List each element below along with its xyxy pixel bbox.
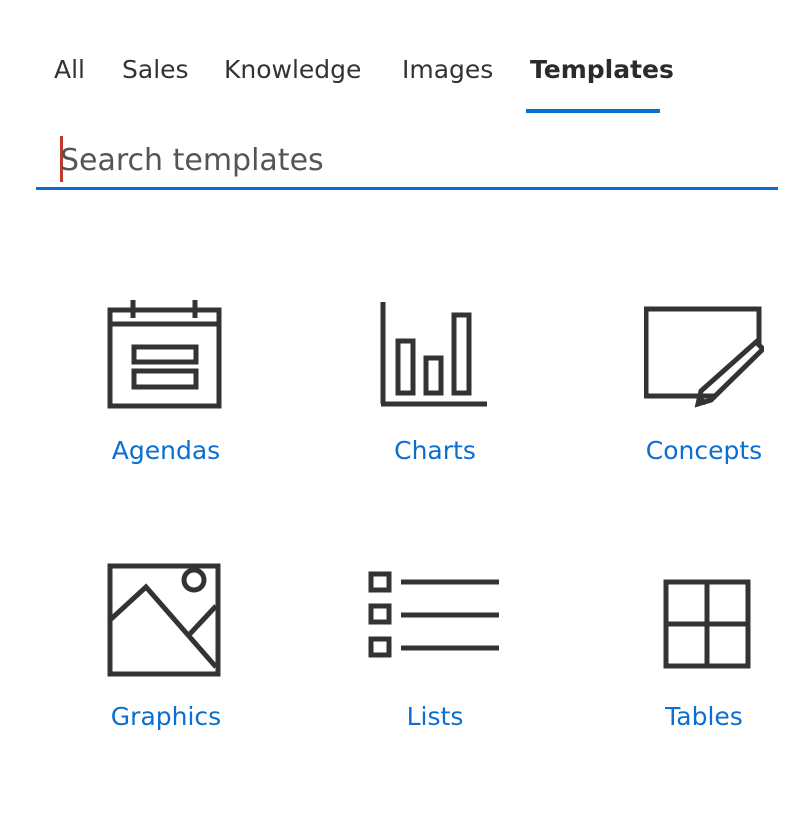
template-tile-agendas[interactable]: Agendas: [71, 292, 261, 502]
image-icon: [106, 560, 226, 680]
template-tile-graphics[interactable]: Graphics: [71, 560, 261, 770]
search-box: [36, 132, 778, 190]
tile-label: Tables: [665, 702, 743, 731]
pencil-edit-icon: [644, 292, 764, 412]
tile-label: Lists: [406, 702, 464, 731]
tab-sales[interactable]: Sales: [122, 52, 189, 88]
tab-all[interactable]: All: [54, 52, 85, 88]
template-tile-tables[interactable]: Tables: [609, 560, 799, 770]
tile-label: Charts: [394, 436, 476, 465]
template-tile-lists[interactable]: Lists: [340, 560, 530, 770]
tile-label: Graphics: [110, 702, 222, 731]
template-tile-charts[interactable]: Charts: [340, 292, 530, 502]
tab-templates[interactable]: Templates: [530, 52, 674, 88]
template-tile-concepts[interactable]: Concepts: [609, 292, 799, 502]
table-icon: [644, 560, 764, 680]
active-tab-indicator: [526, 109, 660, 113]
tab-knowledge[interactable]: Knowledge: [224, 52, 361, 88]
list-icon: [368, 560, 499, 680]
bar-chart-icon: [375, 292, 495, 412]
tile-label: Concepts: [645, 436, 763, 465]
calendar-icon: [106, 292, 226, 412]
tab-bar: All Sales Knowledge Images Templates: [0, 0, 800, 120]
tile-label: Agendas: [111, 436, 221, 465]
tab-images[interactable]: Images: [402, 52, 493, 88]
search-input[interactable]: [60, 136, 760, 184]
